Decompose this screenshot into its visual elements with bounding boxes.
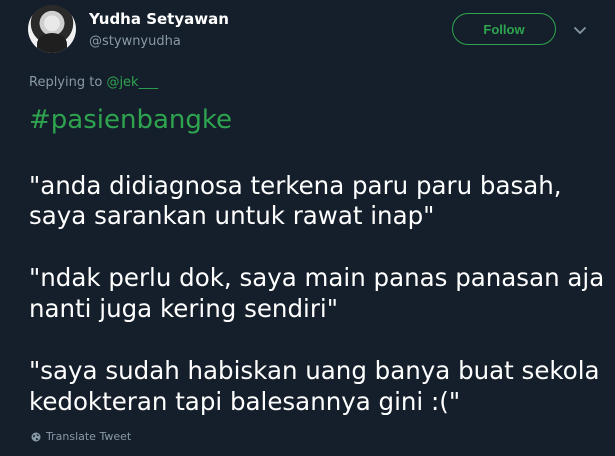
hashtag-link[interactable]: #pasienbangke: [29, 103, 232, 137]
translate-tweet-link[interactable]: Translate Tweet: [31, 430, 131, 443]
tweet-line: "anda didiagnosa terkena paru paru basah…: [29, 171, 562, 200]
tweet-card: Yudha Setyawan @stywnyudha Follow Replyi…: [0, 0, 615, 456]
tweet-line: nanti juga kering sendiri": [29, 294, 338, 323]
author-username[interactable]: @stywnyudha: [89, 34, 181, 49]
follow-button[interactable]: Follow: [452, 13, 556, 45]
tweet-line: "ndak perlu dok, saya main panas panasan…: [29, 263, 605, 292]
globe-icon: [31, 432, 41, 441]
reply-handle-link[interactable]: @jek___: [106, 75, 158, 90]
chevron-down-icon[interactable]: [572, 22, 588, 38]
tweet-line: saya sarankan untuk rawat inap": [29, 201, 435, 230]
tweet-line: "saya sudah habiskan uang banya buat sek…: [29, 356, 600, 385]
translate-label: Translate Tweet: [46, 430, 132, 443]
avatar[interactable]: [28, 5, 76, 53]
reply-context: Replying to @jek___: [29, 75, 158, 90]
reply-prefix: Replying to: [29, 75, 107, 90]
author-display-name[interactable]: Yudha Setyawan: [89, 10, 229, 28]
tweet-line: kedokteran tapi balesannya gini :(": [29, 387, 461, 416]
